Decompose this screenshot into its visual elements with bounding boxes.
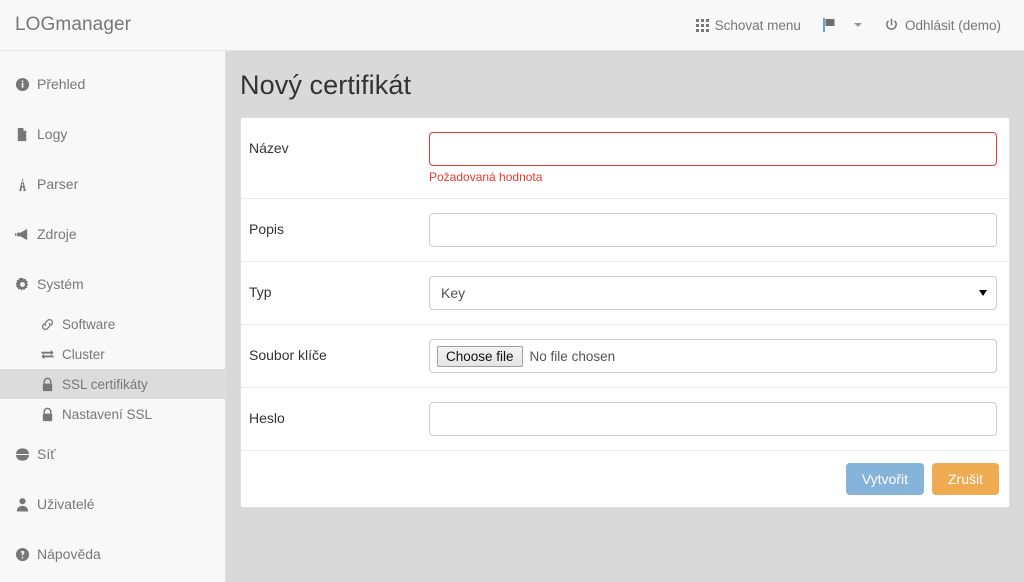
- sidebar-item-p-ehled[interactable]: Přehled: [0, 59, 225, 109]
- sidebar-item-label: Software: [62, 316, 116, 332]
- sidebar-item-cluster[interactable]: Cluster: [0, 339, 225, 369]
- description-field-wrapper: [429, 213, 997, 247]
- form-row-description: Popis: [241, 199, 1009, 262]
- sidebar-item-u-ivatel[interactable]: Uživatelé: [0, 479, 225, 529]
- sidebar-item-label: Systém: [37, 276, 84, 292]
- globe-icon: [12, 446, 32, 462]
- sidebar-navigation: Přehled Logy Parser Zdroje Systém Software Clu…: [0, 51, 226, 582]
- sidebar-item-syst-m[interactable]: Systém: [0, 259, 225, 309]
- name-input[interactable]: [429, 132, 997, 166]
- keyfile-field-wrapper: Choose file No file chosen: [429, 339, 997, 373]
- form-actions: Vytvořit Zrušit: [241, 451, 1009, 507]
- new-certificate-form-panel: Název Požadovaná hodnota Popis Typ Key S…: [240, 117, 1010, 508]
- hide-menu-label: Schovat menu: [714, 17, 801, 33]
- choose-file-button[interactable]: Choose file: [437, 345, 523, 367]
- top-header-bar: LOGmanager Schovat menu Odhlásit (demo): [0, 0, 1024, 51]
- application-window: LOGmanager Schovat menu Odhlásit (demo) …: [0, 0, 1024, 582]
- name-field-label: Název: [249, 140, 289, 156]
- sidebar-item-label: Zdroje: [37, 226, 77, 242]
- grid-icon: [695, 18, 709, 32]
- sidebar-item-label: Cluster: [62, 346, 105, 362]
- type-select-value: Key: [441, 285, 466, 301]
- type-select[interactable]: Key: [429, 276, 997, 310]
- sidebar-item-ssl-certifik-ty[interactable]: SSL certifikáty: [0, 369, 225, 399]
- name-error-message: Požadovaná hodnota: [429, 170, 543, 184]
- logout-button[interactable]: Odhlásit (demo): [873, 0, 1012, 50]
- road-icon: [12, 177, 32, 192]
- create-button[interactable]: Vytvořit: [845, 463, 924, 495]
- info-circle-icon: [12, 77, 32, 92]
- sidebar-item-label: Uživatelé: [37, 496, 95, 512]
- sidebar-item-label: Přehled: [37, 76, 86, 92]
- sidebar-item-logy[interactable]: Logy: [0, 109, 225, 159]
- exchange-icon: [38, 347, 56, 362]
- hide-menu-button[interactable]: Schovat menu: [685, 0, 812, 50]
- description-input[interactable]: [429, 213, 997, 247]
- keyfile-input[interactable]: Choose file No file chosen: [429, 339, 997, 373]
- gear-icon: [12, 277, 32, 292]
- language-dropdown[interactable]: [812, 0, 873, 50]
- power-icon: [884, 17, 899, 33]
- cancel-button[interactable]: Zrušit: [932, 463, 999, 495]
- logout-label: Odhlásit (demo): [904, 17, 1001, 33]
- form-row-password: Heslo: [241, 388, 1009, 451]
- sidebar-item-n-pov-da[interactable]: Nápověda: [0, 529, 225, 579]
- main-content: Nový certifikát Název Požadovaná hodnota…: [226, 51, 1024, 582]
- selected-file-name: No file chosen: [529, 348, 616, 364]
- sidebar-item-label: Síť: [37, 446, 56, 462]
- sidebar-item-s[interactable]: Síť: [0, 429, 225, 479]
- keyfile-field-label: Soubor klíče: [249, 347, 327, 363]
- sidebar-item-label: SSL certifikáty: [62, 376, 148, 392]
- file-icon: [12, 127, 32, 142]
- chevron-down-icon: [853, 23, 862, 27]
- chevron-down-icon: [979, 290, 987, 296]
- flag-icon: [822, 17, 840, 33]
- form-row-name: Název Požadovaná hodnota: [241, 118, 1009, 199]
- brand-logo[interactable]: LOGmanager: [15, 14, 131, 36]
- sidebar-item-label: Logy: [37, 126, 68, 142]
- sidebar-item-parser[interactable]: Parser: [0, 159, 225, 209]
- lock-icon: [38, 407, 56, 422]
- user-icon: [12, 497, 32, 512]
- header-actions: Schovat menu Odhlásit (demo): [685, 0, 1024, 50]
- password-input[interactable]: [429, 402, 997, 436]
- lock-icon: [38, 377, 56, 392]
- form-row-keyfile: Soubor klíče Choose file No file chosen: [241, 325, 1009, 388]
- megaphone-icon: [12, 227, 32, 242]
- password-field-wrapper: [429, 402, 997, 436]
- page-title: Nový certifikát: [240, 70, 412, 100]
- sidebar-item-label: Parser: [37, 176, 79, 192]
- sidebar-item-software[interactable]: Software: [0, 309, 225, 339]
- password-field-label: Heslo: [249, 410, 285, 426]
- sidebar-item-label: Nápověda: [37, 546, 101, 562]
- sidebar-item-zdroje[interactable]: Zdroje: [0, 209, 225, 259]
- question-circle-icon: [12, 547, 32, 562]
- sidebar-item-label: Nastavení SSL: [62, 406, 153, 422]
- description-field-label: Popis: [249, 221, 285, 237]
- name-field-wrapper: Požadovaná hodnota: [429, 132, 997, 184]
- type-field-wrapper: Key: [429, 276, 997, 310]
- sidebar-item-nastaven-ssl[interactable]: Nastavení SSL: [0, 399, 225, 429]
- form-row-type: Typ Key: [241, 262, 1009, 325]
- type-field-label: Typ: [249, 284, 272, 300]
- link-icon: [38, 317, 56, 332]
